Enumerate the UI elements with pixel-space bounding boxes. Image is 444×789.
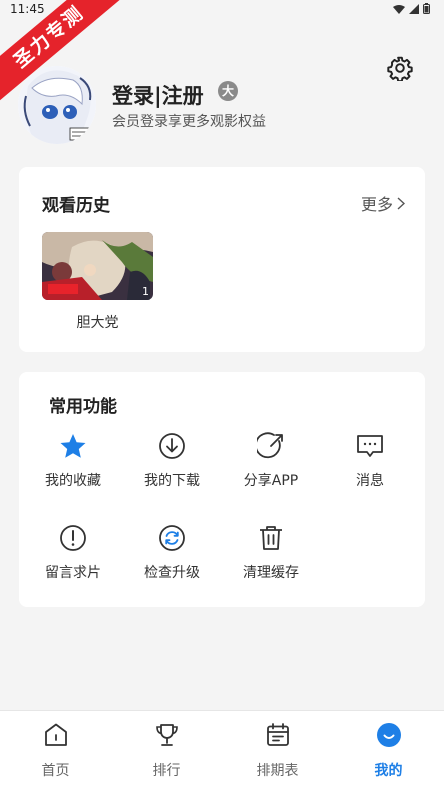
tab-schedule-label: 排期表: [256, 763, 299, 779]
request-movie-button[interactable]: 留言求片: [23, 524, 123, 582]
history-item-title[interactable]: 胆大党: [42, 312, 153, 332]
bottom-tab-bar: 首页 排行 排期表 我的: [0, 710, 444, 789]
clear-cache-button[interactable]: 清理缓存: [221, 524, 321, 582]
history-more-link[interactable]: 更多: [361, 191, 405, 215]
downloads-label: 我的下载: [144, 473, 200, 489]
home-icon: [44, 723, 67, 746]
episode-number: 1: [142, 285, 149, 298]
tab-schedule[interactable]: 排期表: [222, 711, 333, 789]
refresh-icon: [159, 525, 185, 551]
battery-icon: [423, 3, 430, 14]
anime-poster: [42, 232, 153, 300]
messages-button[interactable]: 消息: [320, 432, 420, 490]
share-app-label: 分享APP: [243, 473, 299, 489]
tab-ranking[interactable]: 排行: [111, 711, 222, 789]
favorites-label: 我的收藏: [45, 473, 101, 489]
gear-icon[interactable]: [387, 55, 413, 81]
clear-cache-label: 清理缓存: [243, 565, 299, 581]
more-label: 更多: [360, 195, 393, 214]
trash-icon: [260, 526, 282, 550]
profile-icon: [376, 723, 401, 747]
profile-screen: 11:45 圣力专测 登录|注册 大 会员登录享更多观影权益 观看历史 更多 1…: [0, 0, 444, 789]
features-title: 常用功能: [49, 397, 117, 417]
downloads-button[interactable]: 我的下载: [122, 432, 222, 490]
watch-history-card: 观看历史 更多 1 胆大党: [19, 167, 425, 352]
status-time: 11:45: [10, 2, 45, 16]
wifi-icon: [393, 4, 405, 14]
vip-badge: 大: [218, 81, 238, 101]
signal-icon: [409, 3, 419, 14]
profile-subtitle: 会员登录享更多观影权益: [112, 114, 266, 130]
exclamation-icon: [60, 525, 86, 551]
check-update-button[interactable]: 检查升级: [122, 524, 222, 582]
common-features-card: 常用功能 我的收藏 我的下载 分享APP 消息 留言求片 检查升级 清理缓存: [19, 372, 425, 607]
chevron-right-icon: [397, 196, 405, 210]
tab-mine[interactable]: 我的: [333, 711, 444, 789]
messages-label: 消息: [356, 473, 384, 489]
login-register-link[interactable]: 登录|注册: [112, 80, 204, 110]
avatar[interactable]: [18, 66, 96, 144]
calendar-icon: [266, 723, 289, 746]
tab-ranking-label: 排行: [152, 763, 181, 779]
favorites-button[interactable]: 我的收藏: [23, 432, 123, 490]
history-title: 观看历史: [42, 196, 110, 216]
history-item-thumbnail[interactable]: 1: [42, 232, 153, 300]
share-icon: [257, 432, 283, 459]
system-icons: [393, 3, 430, 14]
tab-home[interactable]: 首页: [0, 711, 111, 789]
tab-home-label: 首页: [41, 763, 70, 779]
check-update-label: 检查升级: [144, 565, 200, 581]
share-app-button[interactable]: 分享APP: [221, 432, 321, 490]
download-icon: [159, 433, 185, 459]
avatar-image: [18, 66, 96, 144]
request-movie-label: 留言求片: [45, 565, 101, 581]
message-icon: [357, 435, 383, 457]
profile-header: 登录|注册 大 会员登录享更多观影权益: [0, 62, 444, 148]
tab-mine-label: 我的: [374, 763, 403, 779]
star-icon: [60, 434, 86, 458]
trophy-icon: [155, 724, 178, 746]
